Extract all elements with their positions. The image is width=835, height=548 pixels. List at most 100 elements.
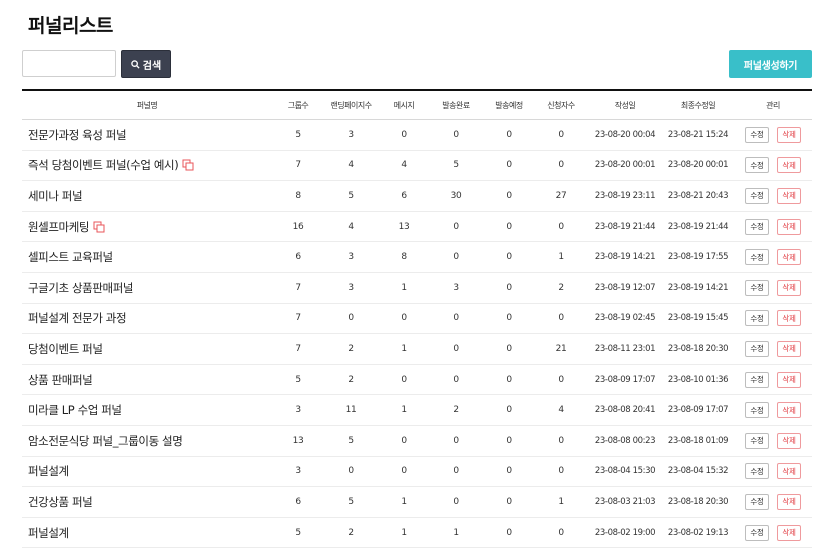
manage-cell: 수정 삭제 — [738, 487, 808, 517]
funnel-name-link[interactable]: 즉석 당첨이벤트 퍼널(수업 예시) — [28, 157, 179, 173]
delete-button[interactable]: 삭제 — [777, 463, 801, 480]
delete-button[interactable]: 삭제 — [777, 432, 801, 449]
manage-cell: 수정 삭제 — [738, 395, 808, 425]
delete-button[interactable]: 삭제 — [777, 187, 801, 204]
table-row: 셀피스트 교육퍼널 6 3 8 0 0 1 23-08-19 14:21 23-08-19 17… — [22, 242, 812, 273]
funnel-name-link[interactable]: 퍼널설계 — [28, 525, 69, 541]
edit-button[interactable]: 수정 — [745, 402, 769, 419]
modified-date: 23-08-18 20:30 — [667, 343, 729, 354]
search-input[interactable] — [22, 50, 116, 77]
search-button[interactable]: 검색 — [121, 50, 171, 78]
header-funnel-name: 퍼널명 — [136, 100, 158, 110]
message-count: 1 — [401, 282, 407, 293]
landing-page-count: 2 — [348, 527, 354, 538]
table-row: 원셀프마케팅 16 4 13 0 0 0 23-08-19 21:44 23-08-19 21:… — [22, 212, 812, 243]
delete-button[interactable]: 삭제 — [777, 371, 801, 388]
edit-button[interactable]: 수정 — [745, 249, 769, 266]
delete-button[interactable]: 삭제 — [777, 310, 801, 327]
group-count: 13 — [292, 435, 304, 446]
funnel-name-link[interactable]: 원셀프마케팅 — [28, 219, 89, 235]
sent-count: 0 — [453, 252, 459, 263]
message-count: 0 — [401, 374, 407, 385]
edit-button[interactable]: 수정 — [745, 493, 769, 510]
landing-page-count: 3 — [348, 282, 354, 293]
funnel-name-link[interactable]: 세미나 퍼널 — [28, 188, 83, 204]
scheduled-count: 0 — [506, 527, 512, 538]
edit-button[interactable]: 수정 — [745, 463, 769, 480]
edit-button[interactable]: 수정 — [745, 310, 769, 327]
table-row: 미라클 LP 수업 퍼널 3 11 1 2 0 4 23-08-08 20:41 23-08-0… — [22, 395, 812, 426]
modified-date: 23-08-10 01:36 — [667, 374, 729, 385]
created-date: 23-08-19 14:21 — [594, 252, 656, 263]
funnel-name-cell: 퍼널설계 전문가 과정 — [28, 304, 127, 334]
edit-button[interactable]: 수정 — [745, 340, 769, 357]
funnel-name-link[interactable]: 암소전문식당 퍼널_그룹이동 설명 — [28, 433, 183, 449]
funnel-name-link[interactable]: 상품 판매퍼널 — [28, 372, 93, 388]
sent-count: 30 — [450, 190, 462, 201]
delete-button[interactable]: 삭제 — [777, 524, 801, 541]
delete-button[interactable]: 삭제 — [777, 279, 801, 296]
sent-count: 0 — [453, 374, 459, 385]
applicant-count: 1 — [558, 496, 564, 507]
edit-button[interactable]: 수정 — [745, 157, 769, 174]
scheduled-count: 0 — [506, 466, 512, 477]
created-date: 23-08-09 17:07 — [594, 374, 656, 385]
landing-page-count: 0 — [348, 466, 354, 477]
delete-button[interactable]: 삭제 — [777, 157, 801, 174]
funnel-name-cell: 건강상품 퍼널 — [28, 487, 93, 517]
delete-button[interactable]: 삭제 — [777, 218, 801, 235]
sent-count: 0 — [453, 313, 459, 324]
modified-date: 23-08-09 17:07 — [667, 405, 729, 416]
edit-button[interactable]: 수정 — [745, 524, 769, 541]
funnel-name-link[interactable]: 셀피스트 교육퍼널 — [28, 249, 113, 265]
scheduled-count: 0 — [506, 374, 512, 385]
delete-button[interactable]: 삭제 — [777, 126, 801, 143]
sent-count: 0 — [453, 343, 459, 354]
delete-button[interactable]: 삭제 — [777, 402, 801, 419]
sent-count: 5 — [453, 160, 459, 171]
landing-page-count: 11 — [345, 405, 357, 416]
funnel-name-link[interactable]: 퍼널설계 — [28, 463, 69, 479]
group-count: 7 — [295, 313, 301, 324]
landing-page-count: 5 — [348, 190, 354, 201]
funnel-name-link[interactable]: 건강상품 퍼널 — [28, 494, 93, 510]
created-date: 23-08-02 19:00 — [594, 527, 656, 538]
message-count: 1 — [401, 527, 407, 538]
delete-button[interactable]: 삭제 — [777, 249, 801, 266]
header-messages: 메시지 — [393, 100, 415, 110]
funnel-name-link[interactable]: 구글기초 상품판매퍼널 — [28, 280, 133, 296]
table-row: 퍼널설계 전문가 과정 7 0 0 0 0 0 23-08-19 02:45 23-08-19 … — [22, 304, 812, 335]
created-date: 23-08-19 12:07 — [594, 282, 656, 293]
copy-icon[interactable] — [93, 221, 105, 233]
edit-button[interactable]: 수정 — [745, 187, 769, 204]
sent-count: 2 — [453, 405, 459, 416]
delete-button[interactable]: 삭제 — [777, 493, 801, 510]
edit-button[interactable]: 수정 — [745, 279, 769, 296]
scheduled-count: 0 — [506, 252, 512, 263]
funnel-name-link[interactable]: 전문가과정 육성 퍼널 — [28, 127, 127, 143]
copy-icon[interactable] — [182, 159, 194, 171]
edit-button[interactable]: 수정 — [745, 126, 769, 143]
scheduled-count: 0 — [506, 343, 512, 354]
funnel-name-link[interactable]: 미라클 LP 수업 퍼널 — [28, 402, 122, 418]
scheduled-count: 0 — [506, 160, 512, 171]
create-funnel-button[interactable]: 퍼널생성하기 — [729, 50, 812, 78]
applicant-count: 0 — [558, 129, 564, 140]
edit-button[interactable]: 수정 — [745, 432, 769, 449]
sent-count: 1 — [453, 527, 459, 538]
applicant-count: 27 — [555, 190, 567, 201]
delete-button[interactable]: 삭제 — [777, 340, 801, 357]
manage-cell: 수정 삭제 — [738, 518, 808, 548]
page-title: 퍼널리스트 — [28, 15, 113, 37]
manage-cell: 수정 삭제 — [738, 151, 808, 181]
edit-button[interactable]: 수정 — [745, 218, 769, 235]
funnel-name-cell: 세미나 퍼널 — [28, 181, 83, 211]
header-created: 작성일 — [614, 100, 636, 110]
message-count: 1 — [401, 343, 407, 354]
funnel-name-link[interactable]: 당첨이벤트 퍼널 — [28, 341, 103, 357]
table-row: 당첨이벤트 퍼널 7 2 1 0 0 21 23-08-11 23:01 23-08-18 20… — [22, 334, 812, 365]
group-count: 16 — [292, 221, 304, 232]
edit-button[interactable]: 수정 — [745, 371, 769, 388]
modified-date: 23-08-19 21:44 — [667, 221, 729, 232]
funnel-name-link[interactable]: 퍼널설계 전문가 과정 — [28, 310, 127, 326]
